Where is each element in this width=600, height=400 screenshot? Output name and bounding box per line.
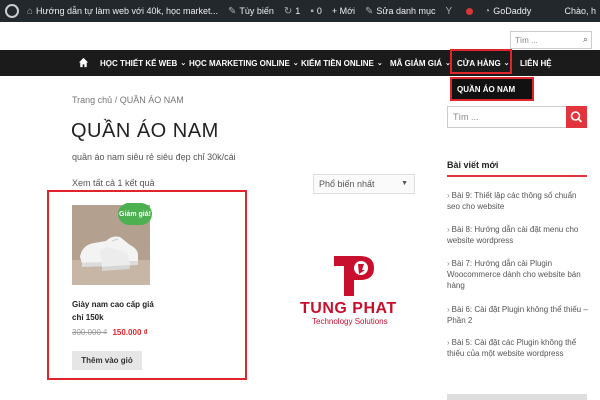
nav-item-kiem-tien-online[interactable]: KIẾM TIỀN ONLINE ⌄ [301, 50, 383, 76]
nav-item-lien-he[interactable]: LIÊN HỆ [520, 50, 552, 76]
page-title: QUẦN ÁO NAM [71, 120, 219, 142]
recent-post-title: Bài 8: Hướng dẫn cài đặt menu cho websit… [447, 225, 579, 245]
chevron-down-icon: ⌄ [376, 60, 383, 67]
admin-bar: ⌂ Hướng dẫn tự làm web với 40k, học mark… [0, 0, 600, 22]
admin-comments-count: 0 [316, 6, 322, 16]
recent-post-title: Bài 6: Cài đặt Plugin không thể thiếu – … [447, 305, 588, 325]
sort-selected-value: Phổ biến nhất [319, 179, 375, 189]
watermark-tagline: Technology Solutions [312, 317, 388, 326]
angle-right-icon: › [447, 225, 450, 234]
chevron-down-icon: ⌄ [180, 60, 187, 67]
recent-post-title: Bài 7: Hướng dẫn cài Plugin Woocommerce … [447, 259, 581, 290]
sale-badge: Giảm giá! [118, 203, 152, 225]
add-to-cart-button[interactable]: Thêm vào giỏ [72, 351, 142, 370]
wordpress-logo-icon[interactable] [5, 4, 19, 18]
nav-item-label: HỌC MARKETING ONLINE [189, 58, 290, 68]
header-search-input[interactable]: Tìm ... ⌕ [510, 31, 592, 49]
watermark-name: TUNG PHAT [300, 300, 397, 317]
sidebar-next-widget [447, 394, 587, 400]
nav-item-label: LIÊN HỆ [520, 58, 552, 68]
highlight-cua-hang [450, 49, 512, 74]
sidebar-search-placeholder: Tìm ... [453, 112, 479, 122]
update-icon: ↻ [283, 5, 293, 17]
widget-title-underline [447, 175, 587, 177]
recent-post-link[interactable]: › Bài 8: Hướng dẫn cài đặt menu cho websi… [447, 224, 589, 246]
yoast-icon: Y [445, 5, 453, 17]
search-icon [570, 111, 583, 123]
caret-down-icon: ▼ [401, 180, 408, 187]
godaddy-icon: ◔ [484, 5, 491, 17]
product-name-link[interactable]: Giày nam cao cấp giá chỉ 150k [72, 298, 162, 324]
angle-right-icon: › [447, 305, 450, 314]
admin-updates-count: 1 [295, 6, 301, 16]
header-search-placeholder: Tìm ... [515, 35, 538, 45]
nav-item-ma-giam-gia[interactable]: MÃ GIẢM GIÁ ⌄ [390, 50, 451, 76]
recent-post-link[interactable]: › Bài 9: Thiết lập các thông số chuẩn seo… [447, 190, 589, 212]
sort-select[interactable]: Phổ biến nhất ▼ [313, 174, 415, 194]
result-count: Xem tất cả 1 kết quả [72, 178, 155, 188]
angle-right-icon: › [447, 338, 450, 347]
brush-icon: ✎ [227, 5, 237, 17]
pencil-icon: ✎ [365, 5, 374, 17]
angle-right-icon: › [447, 259, 450, 268]
nav-item-hoc-marketing-online[interactable]: HỌC MARKETING ONLINE ⌄ [189, 50, 299, 76]
recent-post-link[interactable]: › Bài 7: Hướng dẫn cài Plugin Woocommerce… [447, 258, 589, 291]
comment-icon: ▪ [310, 5, 314, 17]
admin-site-title: Hướng dẫn tự làm web với 40k, học market… [36, 6, 218, 16]
nav-item-hoc-thiet-ke-web[interactable]: HỌC THIẾT KẾ WEB ⌄ [100, 50, 186, 76]
nav-item-label: KIẾM TIỀN ONLINE [301, 58, 374, 68]
recent-post-title: Bài 9: Thiết lập các thông số chuẩn seo … [447, 191, 577, 211]
admin-edit-category-link[interactable]: ✎ Sửa danh mục [360, 0, 440, 22]
recent-post-link[interactable]: › Bài 5: Cài đặt các Plugin không thể thi… [447, 337, 589, 359]
admin-edit-category-label: Sửa danh mục [376, 6, 436, 16]
tungphat-logo-icon [334, 256, 374, 296]
recent-posts-title: Bài viết mới [447, 160, 499, 170]
angle-right-icon: › [447, 191, 450, 200]
admin-seo-link[interactable]: Y [440, 0, 460, 22]
recent-post-title: Bài 5: Cài đặt các Plugin không thể thiế… [447, 338, 577, 358]
status-dot-icon [466, 7, 474, 15]
admin-godaddy-label: GoDaddy [493, 6, 532, 16]
admin-site-link[interactable]: ⌂ Hướng dẫn tự làm web với 40k, học mark… [22, 0, 223, 22]
sidebar-search-button[interactable] [566, 106, 587, 128]
sale-price: 150.000 ₫ [112, 328, 148, 337]
highlight-dropdown-item [450, 77, 534, 101]
category-description: quần áo nam siêu rẻ siêu đẹp chỉ 30k/cái [72, 152, 236, 162]
admin-new-link[interactable]: + Mới [327, 0, 360, 22]
home-icon[interactable] [78, 57, 89, 68]
admin-customize-label: Tùy biến [239, 6, 274, 16]
recent-post-link[interactable]: › Bài 6: Cài đặt Plugin không thể thiếu –… [447, 304, 589, 326]
home-icon: ⌂ [27, 5, 34, 17]
nav-item-label: MÃ GIẢM GIÁ [390, 58, 442, 68]
admin-customize-link[interactable]: ✎ Tùy biến [223, 0, 279, 22]
admin-comments-link[interactable]: ▪ 0 [305, 0, 327, 22]
admin-godaddy-link[interactable]: ◔ GoDaddy [479, 0, 536, 22]
admin-updates-link[interactable]: ↻ 1 [279, 0, 305, 22]
breadcrumb[interactable]: Trang chủ / QUẦN ÁO NAM [72, 95, 184, 105]
product-price: 300.000 ₫ 150.000 ₫ [72, 328, 148, 337]
chevron-down-icon: ⌄ [292, 60, 299, 67]
old-price: 300.000 ₫ [72, 328, 108, 337]
admin-greeting[interactable]: Chào, h [564, 0, 596, 22]
nav-item-label: HỌC THIẾT KẾ WEB [100, 58, 178, 68]
search-icon[interactable]: ⌕ [583, 34, 588, 45]
